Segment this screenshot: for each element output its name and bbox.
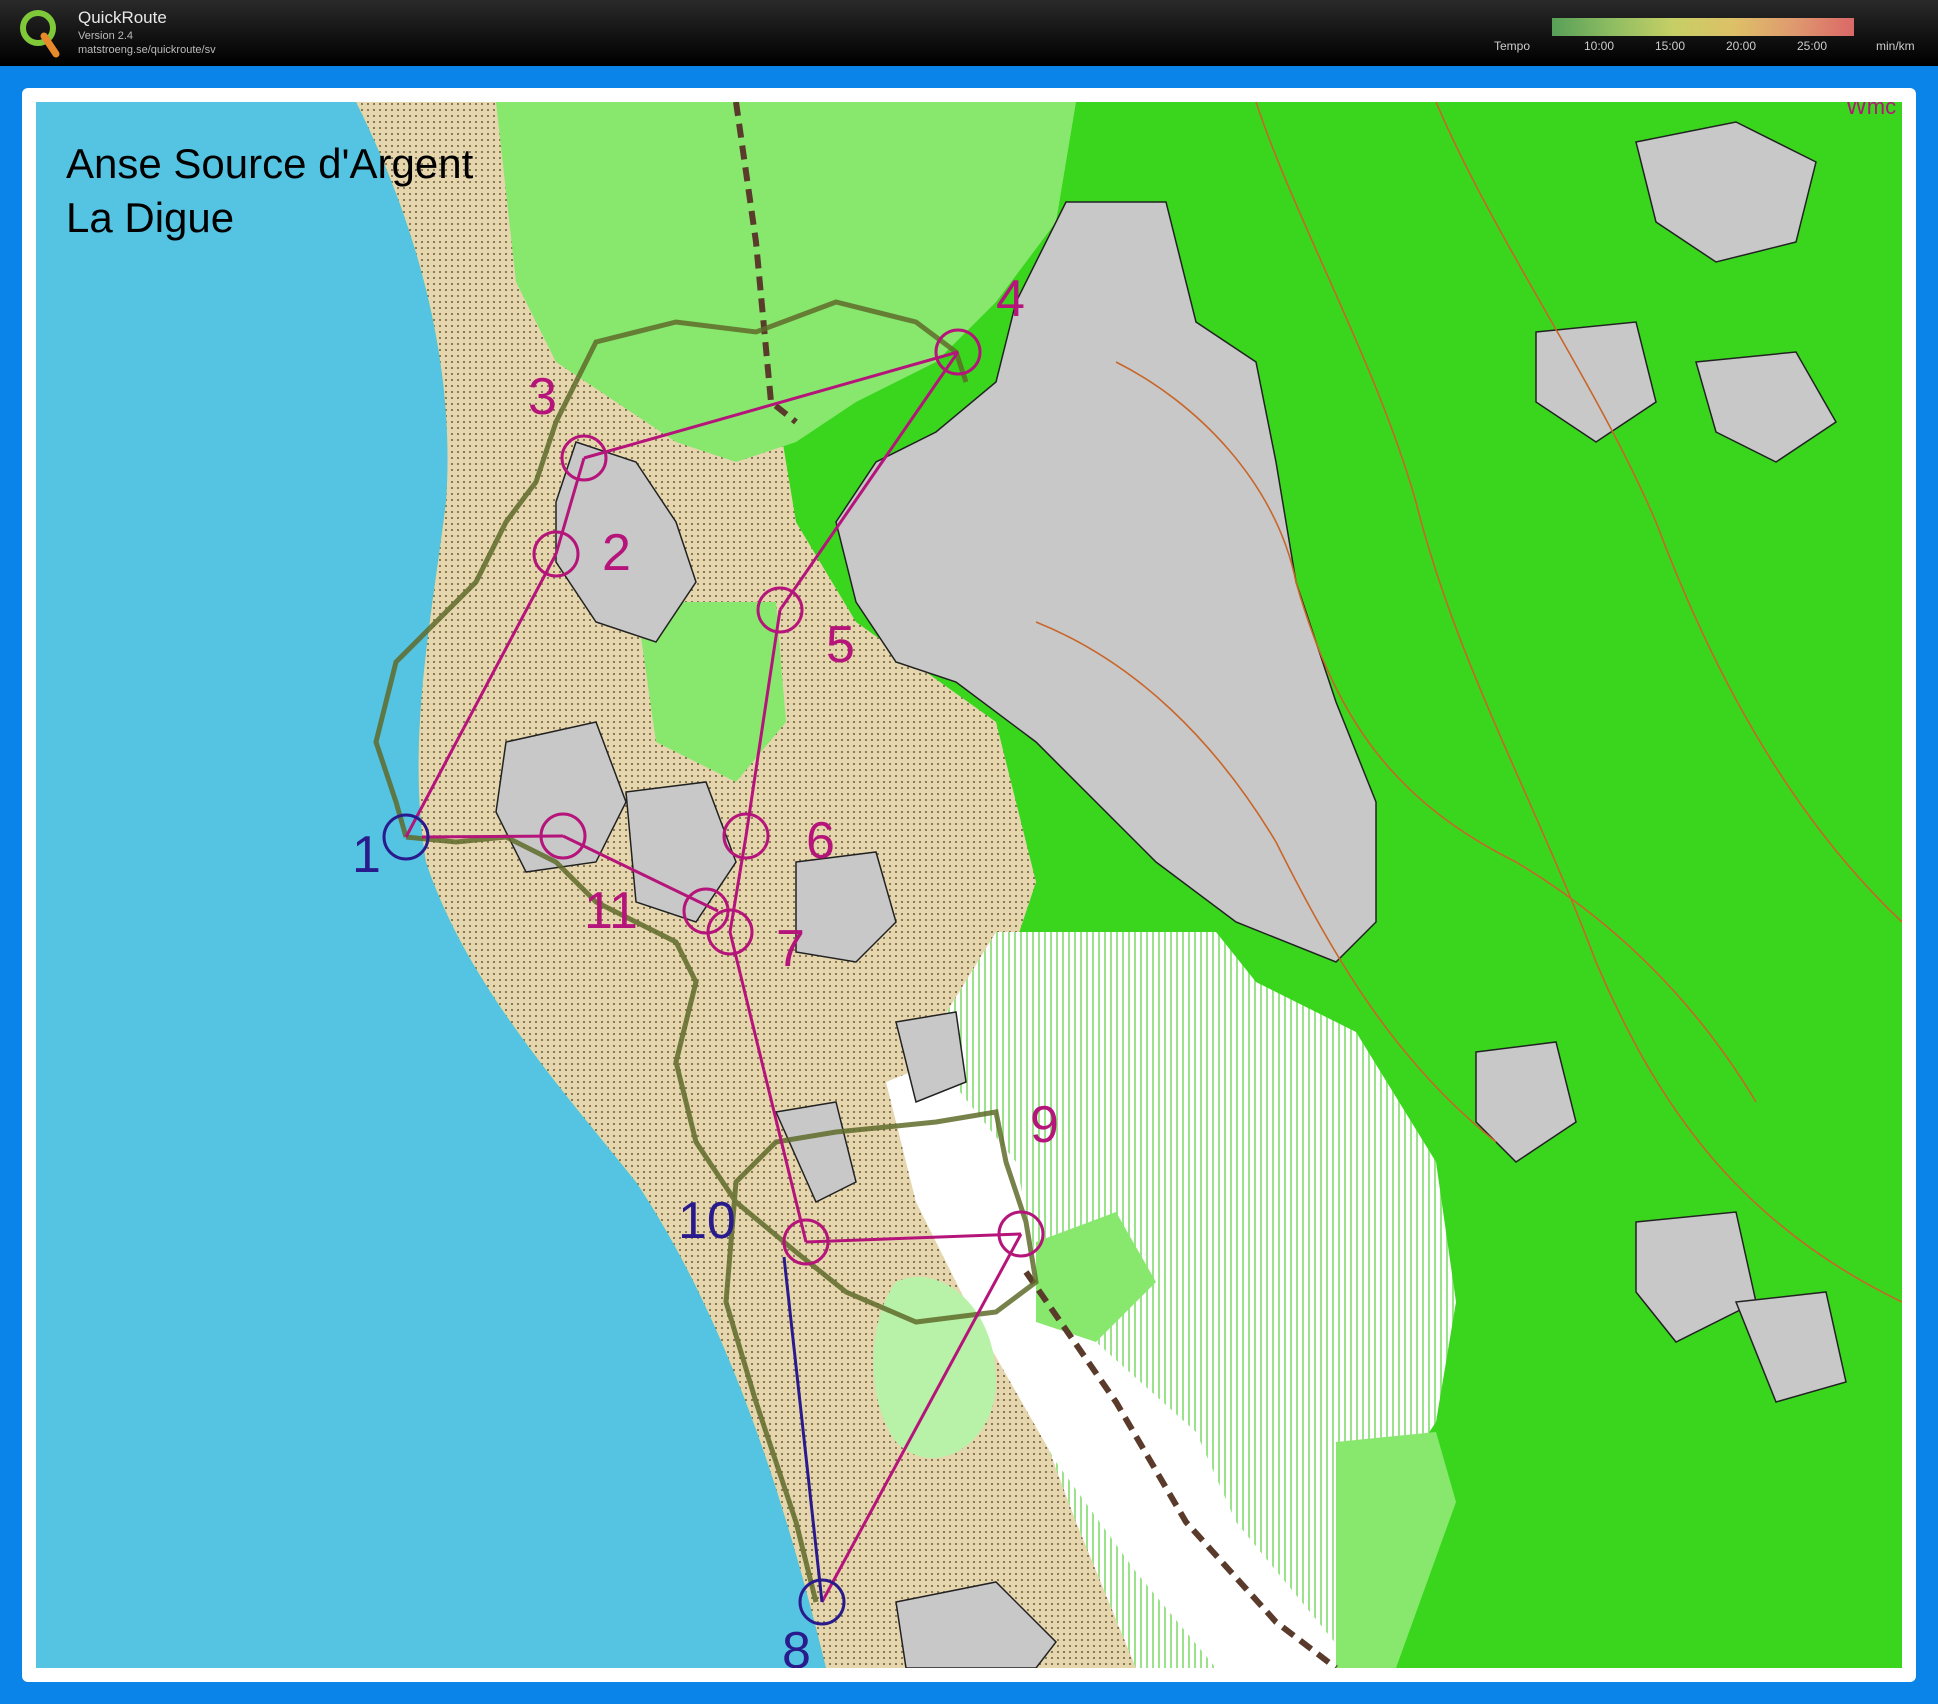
tempo-tick: 20:00 [1726,39,1757,53]
app-version: Version 2.4 [78,30,134,42]
tempo-unit: min/km [1876,39,1915,53]
map-corner-text: Wmc [1846,102,1896,119]
control-number-11: 11 [584,882,638,940]
control-number-6: 6 [806,812,835,870]
tempo-color-scale [1552,18,1854,36]
control-number-2: 2 [602,524,631,582]
orienteering-map[interactable]: 1 2 3 4 5 6 7 8 9 10 11 Wmc Anse Source … [36,102,1902,1668]
tempo-tick: 15:00 [1655,39,1686,53]
title-bar: QuickRoute Version 2.4 matstroeng.se/qui… [0,0,1938,64]
app-name: QuickRoute [78,8,167,27]
map-title-line1: Anse Source d'Argent [66,140,474,187]
control-number-3: 3 [528,368,557,426]
control-number-4: 4 [996,270,1025,328]
control-number-9: 9 [1030,1096,1059,1154]
control-number-5: 5 [826,616,855,674]
tempo-tick: 10:00 [1584,39,1615,53]
control-number-7: 7 [776,920,805,978]
quickroute-logo-icon [20,10,60,58]
tempo-label: Tempo [1494,39,1531,53]
app-url: matstroeng.se/quickroute/sv [78,44,216,56]
control-number-1: 1 [352,826,381,884]
control-number-10: 10 [678,1192,736,1250]
control-number-8: 8 [782,1622,811,1668]
tempo-tick: 25:00 [1797,39,1828,53]
map-title-line2: La Digue [66,194,234,241]
